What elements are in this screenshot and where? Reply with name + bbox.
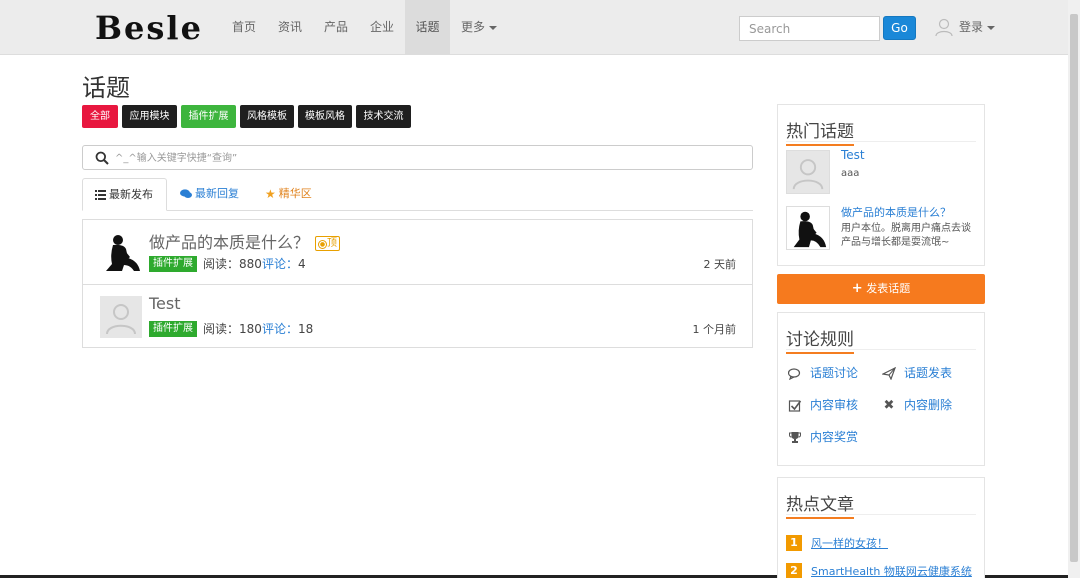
trophy-icon [789,432,801,443]
topic-title[interactable]: Test [149,294,181,313]
user-avatar-icon[interactable] [934,17,954,37]
article-rank: 2 [786,562,802,578]
thinker-avatar[interactable] [100,231,142,273]
filter-template-styles-button[interactable]: 模板风格 [298,105,352,128]
view-count: 阅读：880 [203,257,262,271]
publish-topic-button[interactable]: + 发表话题 [777,274,985,304]
filter-all-button[interactable]: 全部 [82,105,118,128]
check-square-icon [788,400,802,412]
topic-list: 做产品的本质是什么？ ● 顶 插件扩展 阅读：880 评论：4 2 天前 Test … [82,219,753,348]
tab-label: 最新回复 [195,187,239,200]
rules-panel: 讨论规则 话题讨论 话题发表 内容审核 ✖ 内容删除 内容奖赏 [777,312,985,466]
page-title: 话题 [82,74,130,102]
hot-articles-panel: 热点文章 1 风一样的女孩！ 2 SmartHealth 物联网云健康系统 [777,477,985,578]
filter-tech-exchange-button[interactable]: 技术交流 [356,105,411,128]
rule-discussion[interactable]: 话题讨论 [788,364,858,381]
category-tag[interactable]: 插件扩展 [149,256,197,272]
brand-logo[interactable]: Besle [95,9,203,47]
search-icon [95,151,109,165]
topic-search-field[interactable]: ^_^输入关键字快捷“查询” [82,145,753,170]
pinned-badge: ● 顶 [315,236,341,251]
close-icon: ✖ [883,398,895,413]
go-button[interactable]: Go [883,16,916,40]
login-label: 登录 [959,20,984,34]
panel-divider [786,514,976,515]
topic-time: 2 天前 [703,258,737,271]
rule-delete[interactable]: ✖ 内容删除 [882,396,952,413]
scrollbar-thumb[interactable] [1070,14,1078,562]
rule-publish[interactable]: 话题发表 [882,364,952,381]
article-item[interactable]: 2 SmartHealth 物联网云健康系统 [786,560,972,578]
hot-topic-desc: 用户本位。脱离用户痛点去谈产品与增长都是耍流氓~ [841,223,971,248]
filter-style-templates-button[interactable]: 风格模板 [240,105,294,128]
article-item[interactable]: 1 风一样的女孩！ [786,532,888,551]
category-tag[interactable]: 插件扩展 [149,321,197,337]
nav-item-more[interactable]: 更多 [455,0,503,55]
tab-label: 最新发布 [109,188,153,201]
chevron-down-icon [987,25,996,30]
tab-latest-replies[interactable]: 最新回复 [180,178,250,211]
comments-icon [788,367,801,380]
view-count: 阅读：180 [203,322,262,336]
default-avatar[interactable] [100,296,142,338]
topic-row[interactable]: Test 插件扩展 阅读：180 评论：18 1 个月前 [83,284,752,348]
top-navbar: Besle 首页 资讯 产品 企业 话题 更多 Go 登录 [0,0,1068,55]
nav-item-home[interactable]: 首页 [222,0,266,55]
send-icon [882,367,896,380]
filter-app-modules-button[interactable]: 应用模块 [122,105,177,128]
plus-icon: + [851,281,863,296]
tab-featured[interactable]: ★ 精华区 [265,178,325,211]
thinker-avatar[interactable] [786,206,830,250]
login-dropdown[interactable]: 登录 [959,0,996,55]
tab-latest-posts[interactable]: 最新发布 [82,178,167,211]
star-icon: ★ [265,187,276,201]
topic-search-placeholder: ^_^输入关键字快捷“查询” [115,153,238,164]
hot-topics-panel: 热门话题 Test aaa 做产品的本质是什么？ 用户本位。脱离用户痛点去谈产品… [777,104,985,266]
list-icon [95,190,106,200]
hot-topic-link[interactable]: 做产品的本质是什么？ [841,204,951,220]
comment-count[interactable]: 评论：4 [262,255,306,273]
rule-review[interactable]: 内容审核 [788,396,858,413]
comments-icon [180,189,192,198]
nav-item-topics[interactable]: 话题 [405,0,450,55]
nav-more-label: 更多 [460,20,485,34]
filter-plugins-button[interactable]: 插件扩展 [181,105,236,128]
article-rank: 1 [786,534,802,551]
topic-time: 1 个月前 [692,323,737,336]
page-scrollbar[interactable] [1068,0,1080,578]
panel-divider [786,141,976,142]
topic-title[interactable]: 做产品的本质是什么？ ● 顶 [149,229,341,253]
article-link[interactable]: 风一样的女孩！ [811,535,888,551]
panel-divider [786,349,976,350]
rule-reward[interactable]: 内容奖赏 [788,428,858,445]
tab-label: 精华区 [278,187,312,200]
chevron-down-icon [489,25,497,30]
default-avatar[interactable] [786,150,830,194]
comment-count[interactable]: 评论：18 [262,320,313,338]
nav-item-products[interactable]: 产品 [314,0,358,55]
hot-topic-link[interactable]: Test [841,148,865,162]
search-input[interactable] [739,16,880,41]
nav-item-news[interactable]: 资讯 [268,0,312,55]
topic-row[interactable]: 做产品的本质是什么？ ● 顶 插件扩展 阅读：880 评论：4 2 天前 [83,220,752,284]
article-link[interactable]: SmartHealth 物联网云健康系统 [811,563,972,578]
nav-item-enterprise[interactable]: 企业 [360,0,404,55]
hot-topic-desc: aaa [841,168,860,179]
